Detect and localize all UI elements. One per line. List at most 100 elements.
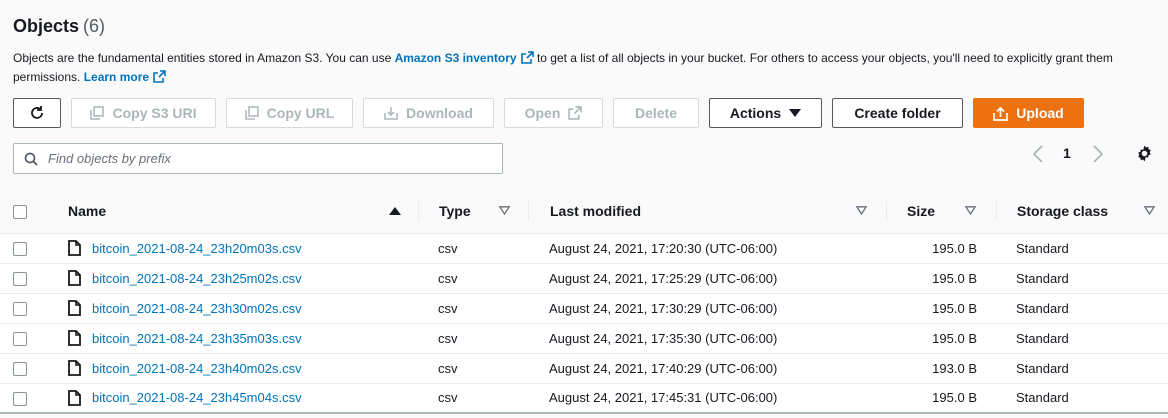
file-type: csv <box>438 360 458 376</box>
file-icon <box>68 240 81 256</box>
page-number[interactable]: 1 <box>1063 145 1071 161</box>
table-row[interactable]: bitcoin_2021-08-24_23h45m04s.csv csv Aug… <box>0 383 1168 414</box>
sort-ascending-icon <box>389 207 401 215</box>
table-row[interactable]: bitcoin_2021-08-24_23h30m02s.csv csv Aug… <box>0 293 1168 324</box>
refresh-button[interactable] <box>13 98 61 128</box>
external-link-icon <box>568 106 583 120</box>
copy-s3-uri-label: Copy S3 URI <box>112 105 197 121</box>
row-name-cell: bitcoin_2021-08-24_23h20m03s.csv <box>52 233 419 264</box>
file-icon <box>68 300 81 316</box>
object-count: (6) <box>83 16 106 36</box>
search-box[interactable] <box>13 143 503 174</box>
row-size-cell: 195.0 B <box>887 293 997 324</box>
last-modified: August 24, 2021, 17:35:30 (UTC-06:00) <box>549 330 778 346</box>
delete-label: Delete <box>634 105 678 121</box>
description: Objects are the fundamental entities sto… <box>13 49 1153 87</box>
column-header-size[interactable]: Size <box>887 189 997 234</box>
last-modified: August 24, 2021, 17:25:29 (UTC-06:00) <box>549 270 778 286</box>
row-select-cell <box>0 353 52 384</box>
file-name-link[interactable]: bitcoin_2021-08-24_23h35m03s.csv <box>92 331 302 346</box>
table-row[interactable]: bitcoin_2021-08-24_23h40m02s.csv csv Aug… <box>0 353 1168 384</box>
file-type: csv <box>438 330 458 346</box>
select-all-checkbox[interactable] <box>13 204 27 219</box>
storage-class: Standard <box>1016 330 1069 346</box>
row-checkbox[interactable] <box>13 331 27 346</box>
column-header-type[interactable]: Type <box>419 189 529 234</box>
row-name-cell: bitcoin_2021-08-24_23h30m02s.csv <box>52 293 419 324</box>
row-checkbox[interactable] <box>13 361 27 376</box>
file-type: csv <box>438 270 458 286</box>
row-storage-class-cell: Standard <box>997 323 1168 354</box>
file-name-link[interactable]: bitcoin_2021-08-24_23h20m03s.csv <box>92 241 302 256</box>
storage-class: Standard <box>1016 360 1069 376</box>
file-size: 195.0 B <box>932 240 977 256</box>
upload-icon <box>993 106 1009 121</box>
row-type-cell: csv <box>419 323 529 354</box>
file-icon <box>68 360 81 376</box>
row-type-cell: csv <box>419 353 529 384</box>
row-last-modified-cell: August 24, 2021, 17:40:29 (UTC-06:00) <box>529 353 887 384</box>
file-size: 195.0 B <box>932 270 977 286</box>
file-type: csv <box>438 240 458 256</box>
create-folder-button[interactable]: Create folder <box>832 98 963 128</box>
table-row[interactable]: bitcoin_2021-08-24_23h20m03s.csv csv Aug… <box>0 233 1168 264</box>
sort-icon <box>856 206 867 215</box>
file-type: csv <box>438 300 458 316</box>
row-checkbox[interactable] <box>13 241 27 256</box>
sort-icon <box>499 206 510 215</box>
file-name-link[interactable]: bitcoin_2021-08-24_23h40m02s.csv <box>92 361 302 376</box>
table-row[interactable]: bitcoin_2021-08-24_23h35m03s.csv csv Aug… <box>0 323 1168 354</box>
row-last-modified-cell: August 24, 2021, 17:30:29 (UTC-06:00) <box>529 293 887 324</box>
file-name-link[interactable]: bitcoin_2021-08-24_23h45m04s.csv <box>92 390 302 405</box>
column-header-name[interactable]: Name <box>52 189 419 234</box>
s3-inventory-link[interactable]: Amazon S3 inventory <box>395 51 534 65</box>
row-checkbox[interactable] <box>13 271 27 286</box>
gear-icon[interactable] <box>1136 145 1153 162</box>
create-folder-label: Create folder <box>854 105 941 121</box>
copy-s3-uri-button[interactable]: Copy S3 URI <box>71 98 216 128</box>
storage-class: Standard <box>1016 240 1069 256</box>
external-link-icon <box>153 70 166 83</box>
copy-url-label: Copy URL <box>266 105 335 121</box>
open-button[interactable]: Open <box>504 98 603 128</box>
last-modified: August 24, 2021, 17:20:30 (UTC-06:00) <box>549 240 778 256</box>
column-header-last-modified[interactable]: Last modified <box>529 189 887 234</box>
column-size-label: Size <box>907 202 936 219</box>
row-select-cell <box>0 293 52 324</box>
desc-text-1: Objects are the fundamental entities sto… <box>13 51 395 65</box>
file-size: 195.0 B <box>932 300 977 316</box>
file-icon <box>68 330 81 346</box>
row-type-cell: csv <box>419 263 529 294</box>
file-icon <box>68 389 81 406</box>
file-name-link[interactable]: bitcoin_2021-08-24_23h25m02s.csv <box>92 271 302 286</box>
learn-more-label: Learn more <box>83 70 150 84</box>
row-storage-class-cell: Standard <box>997 293 1168 324</box>
row-size-cell: 195.0 B <box>887 263 997 294</box>
page-title: Objects (6) <box>13 16 105 37</box>
title-text: Objects <box>13 16 80 36</box>
download-button[interactable]: Download <box>363 98 494 128</box>
row-storage-class-cell: Standard <box>997 383 1168 414</box>
open-label: Open <box>524 105 561 121</box>
column-header-storage-class[interactable]: Storage class <box>997 189 1168 234</box>
delete-button[interactable]: Delete <box>613 98 699 128</box>
file-name-link[interactable]: bitcoin_2021-08-24_23h30m02s.csv <box>92 301 302 316</box>
learn-more-link[interactable]: Learn more <box>84 70 166 84</box>
s3-inventory-link-label: Amazon S3 inventory <box>394 51 517 65</box>
file-size: 195.0 B <box>932 330 977 346</box>
file-icon <box>68 270 81 286</box>
row-checkbox[interactable] <box>13 391 27 406</box>
row-select-cell <box>0 233 52 264</box>
caret-down-icon <box>789 109 802 117</box>
copy-icon <box>244 106 259 120</box>
last-modified: August 24, 2021, 17:40:29 (UTC-06:00) <box>549 360 778 376</box>
search-input[interactable] <box>46 150 490 167</box>
copy-url-button[interactable]: Copy URL <box>226 98 353 128</box>
upload-button[interactable]: Upload <box>973 98 1084 128</box>
chevron-left-icon[interactable] <box>1032 145 1044 163</box>
table-row[interactable]: bitcoin_2021-08-24_23h25m02s.csv csv Aug… <box>0 263 1168 294</box>
actions-dropdown[interactable]: Actions <box>709 98 822 128</box>
chevron-right-icon[interactable] <box>1092 145 1104 163</box>
row-type-cell: csv <box>419 293 529 324</box>
row-checkbox[interactable] <box>13 301 27 316</box>
